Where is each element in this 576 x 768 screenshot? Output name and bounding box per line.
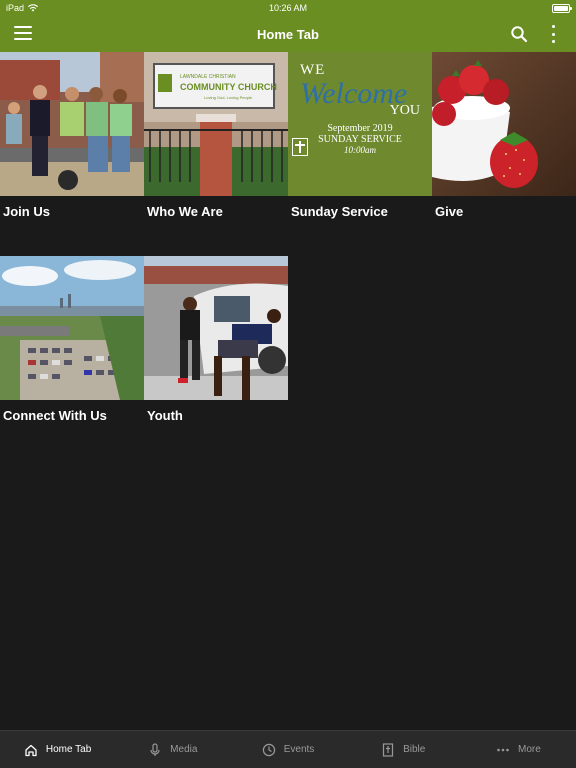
bible-icon — [382, 742, 394, 757]
search-icon[interactable] — [510, 25, 528, 43]
battery-icon — [552, 3, 572, 13]
page-title: Home Tab — [257, 26, 319, 42]
nav-label: Media — [170, 744, 198, 755]
nav-label: Home Tab — [45, 744, 92, 755]
sign-line-3: Loving God, Loving People — [204, 95, 253, 100]
app-bar: Home Tab — [0, 16, 576, 52]
who-we-are-image: LAWNDALE CHRISTIAN COMMUNITY CHURCH Lovi… — [144, 52, 288, 196]
youth-image — [144, 256, 288, 400]
more-icon — [497, 748, 509, 751]
tile-give[interactable]: Give — [432, 52, 576, 242]
device-name: iPad — [6, 3, 25, 13]
tile-join-us[interactable]: Join Us — [0, 52, 144, 242]
tile-label: Who We Are — [147, 204, 223, 219]
tile-label: Connect With Us — [3, 408, 107, 423]
connect-with-us-image — [0, 256, 144, 400]
service-date: September 2019 — [327, 123, 393, 134]
sunday-service-image: WE Welcome YOU September 2019 SUNDAY SER… — [288, 52, 432, 196]
nav-label: Events — [283, 744, 315, 755]
nav-label: More — [518, 744, 541, 755]
microphone-icon — [150, 742, 160, 756]
service-name: SUNDAY SERVICE — [318, 134, 402, 145]
tile-youth[interactable]: Youth — [144, 256, 288, 446]
nav-events[interactable]: Events — [230, 731, 345, 768]
tile-who-we-are[interactable]: LAWNDALE CHRISTIAN COMMUNITY CHURCH Lovi… — [144, 52, 288, 242]
tile-label: Give — [435, 204, 464, 219]
status-bar: iPad 10:26 AM — [0, 0, 576, 16]
status-time: 10:26 AM — [268, 3, 308, 13]
nav-media[interactable]: Media — [115, 731, 230, 768]
menu-icon[interactable] — [14, 26, 32, 40]
nav-bible[interactable]: Bible — [346, 731, 461, 768]
give-image — [432, 52, 576, 196]
device-indicator: iPad — [6, 3, 39, 13]
bottom-nav: Home Tab Media Events Bible More — [0, 730, 576, 768]
nav-home-tab[interactable]: Home Tab — [0, 731, 115, 768]
clock-icon — [262, 743, 275, 756]
tile-label: Youth — [147, 408, 183, 423]
tile-sunday-service[interactable]: WE Welcome YOU September 2019 SUNDAY SER… — [288, 52, 432, 242]
tile-label: Sunday Service — [291, 204, 388, 219]
service-time: 10:00am — [344, 145, 376, 155]
nav-label: Bible — [403, 744, 426, 755]
nav-more[interactable]: More — [461, 731, 576, 768]
home-icon — [25, 744, 37, 756]
overflow-menu-icon[interactable] — [550, 25, 556, 43]
sign-line-1: LAWNDALE CHRISTIAN — [180, 74, 236, 80]
sign-line-2: COMMUNITY CHURCH — [180, 82, 277, 92]
tile-connect-with-us[interactable]: Connect With Us — [0, 256, 144, 446]
wifi-icon — [28, 4, 39, 12]
tile-label: Join Us — [3, 204, 50, 219]
join-us-image — [0, 52, 144, 196]
cross-icon — [292, 138, 308, 156]
